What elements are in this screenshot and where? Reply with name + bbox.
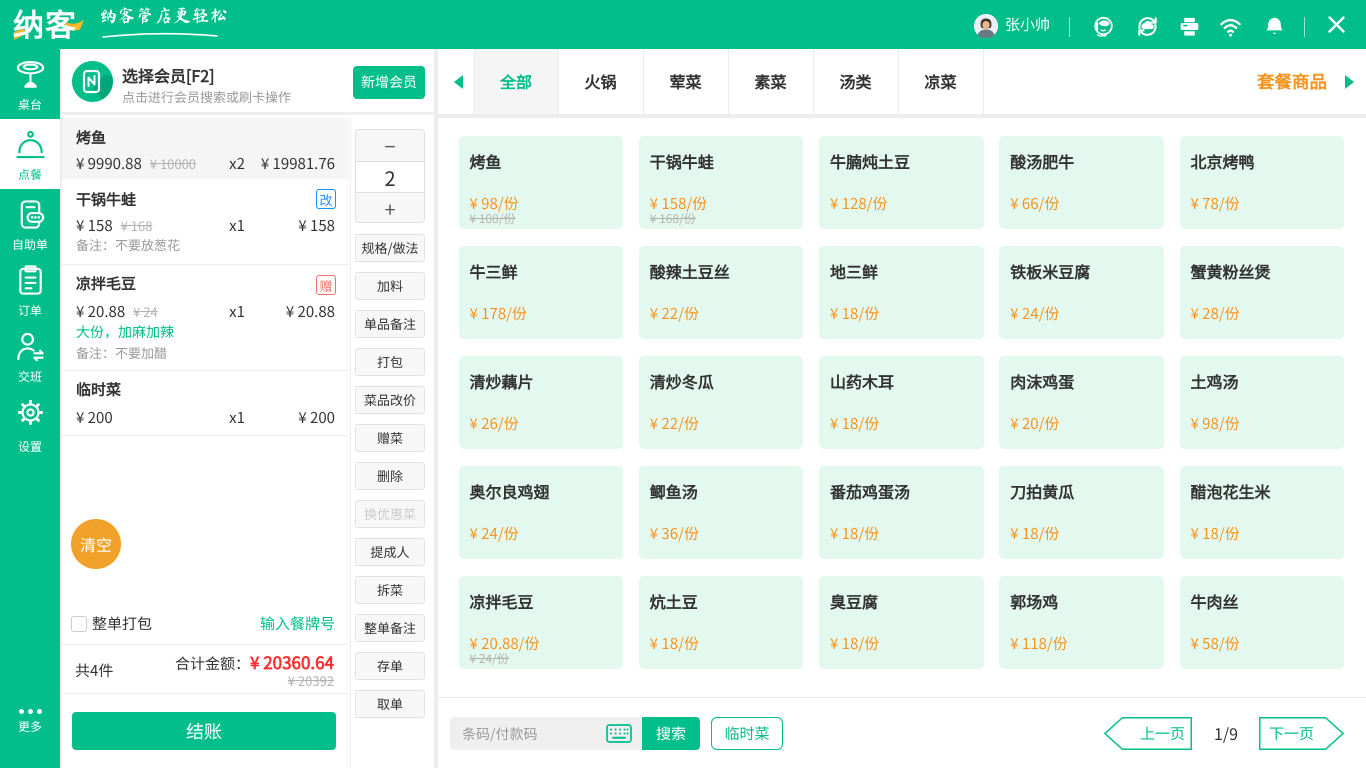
svg-text:下一页: 下一页 [1269, 723, 1314, 744]
svg-text:上一页: 上一页 [1140, 723, 1185, 744]
